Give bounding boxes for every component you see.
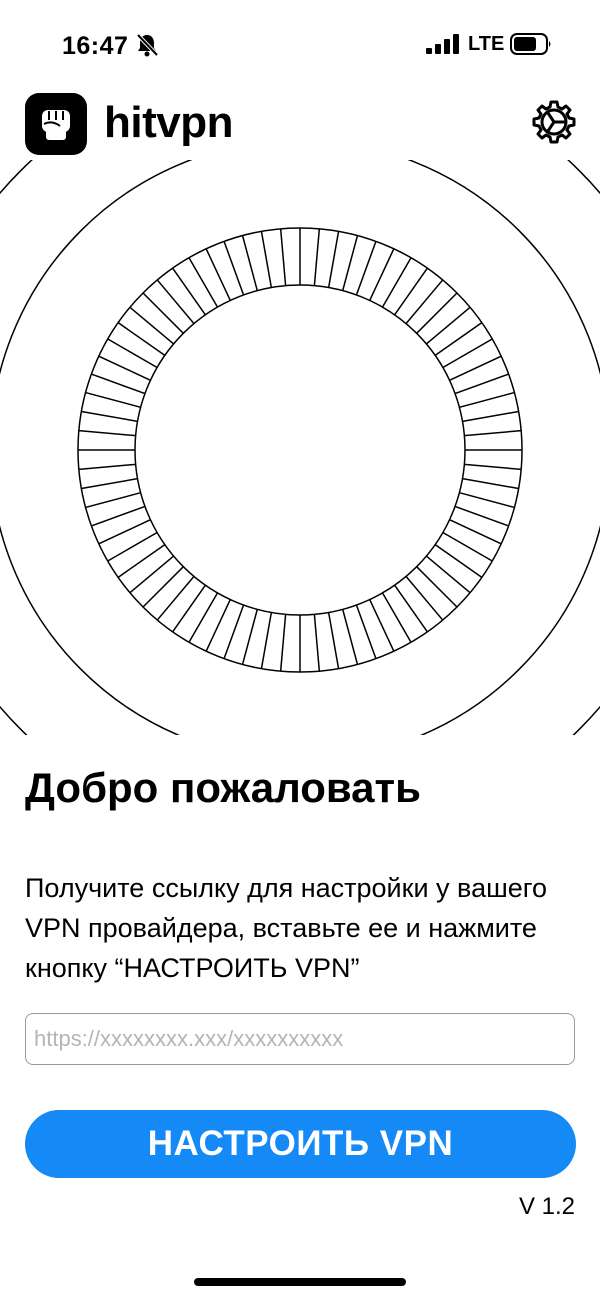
dial-tick <box>394 584 428 633</box>
dial-tick <box>172 267 206 316</box>
dial-tick <box>462 410 519 423</box>
dial-tick <box>341 235 359 291</box>
dial-tick <box>241 235 259 291</box>
setup-vpn-button[interactable]: НАСТРОИТЬ VPN <box>25 1110 576 1178</box>
dial-tick <box>260 612 273 669</box>
welcome-title: Добро пожаловать <box>25 764 421 811</box>
dial-tick <box>81 477 138 490</box>
dial-tick <box>279 614 287 672</box>
app-version: V 1.2 <box>518 1193 575 1220</box>
dial-tick <box>416 566 458 608</box>
dial-tick <box>425 306 471 345</box>
network-type: LTE <box>468 33 505 55</box>
dial-tick <box>313 614 321 672</box>
raised-fist-icon <box>42 110 70 140</box>
dial-tick <box>464 429 522 437</box>
dial-tick <box>129 555 175 594</box>
dial-tick <box>156 575 195 621</box>
dial-tick <box>327 612 340 669</box>
dial-tick <box>223 604 245 659</box>
home-indicator <box>194 1278 406 1286</box>
battery-icon <box>510 33 551 55</box>
cellular-signal-icon <box>426 34 459 54</box>
dial-tick <box>394 267 428 316</box>
dial-tick <box>117 322 166 356</box>
dial-tick <box>434 544 483 578</box>
dial-tick <box>313 228 321 286</box>
dial-tick <box>142 566 184 608</box>
app-name: hitvpn <box>104 98 233 147</box>
status-time: 16:47 <box>62 32 129 60</box>
setup-instructions: Получите ссылку для настройки у вашего V… <box>25 873 548 983</box>
dial-tick <box>91 505 146 527</box>
dial-tick <box>85 391 141 409</box>
dial-tick <box>434 322 483 356</box>
app-header: hitvpn <box>0 90 600 160</box>
dial-inner-ring <box>134 284 466 616</box>
dial-tick <box>78 463 136 471</box>
config-url-input[interactable] <box>25 1013 575 1065</box>
dial-tick <box>459 391 515 409</box>
dial-tick <box>355 241 377 296</box>
dial-tick <box>355 604 377 659</box>
dial-tick <box>327 231 340 288</box>
dial-tick <box>156 279 195 325</box>
dial-tick <box>425 555 471 594</box>
status-bar: 16:47 LTE <box>0 0 600 90</box>
dial-tick <box>260 231 273 288</box>
dial-tick <box>416 292 458 334</box>
vpn-status-illustration <box>0 160 600 735</box>
dial-tick <box>405 279 444 325</box>
dial-tick <box>223 241 245 296</box>
app-logo <box>25 93 87 155</box>
gear-icon[interactable] <box>530 98 578 146</box>
dial-tick <box>129 306 175 345</box>
dial-tick <box>464 463 522 471</box>
dial-tick <box>142 292 184 334</box>
dial-tick <box>91 373 146 395</box>
bell-slash-icon <box>136 33 158 57</box>
dial-tick <box>459 491 515 509</box>
dial-ticks <box>78 228 522 672</box>
dial-tick <box>117 544 166 578</box>
dial-tick <box>454 373 509 395</box>
dial-tick <box>462 477 519 490</box>
dial-tick <box>172 584 206 633</box>
dial-tick <box>241 609 259 665</box>
dial-tick <box>85 491 141 509</box>
dial-tick <box>78 429 136 437</box>
dial-tick <box>405 575 444 621</box>
dial-tick <box>341 609 359 665</box>
dial-tick <box>454 505 509 527</box>
dial-tick <box>81 410 138 423</box>
dial-tick <box>279 228 287 286</box>
